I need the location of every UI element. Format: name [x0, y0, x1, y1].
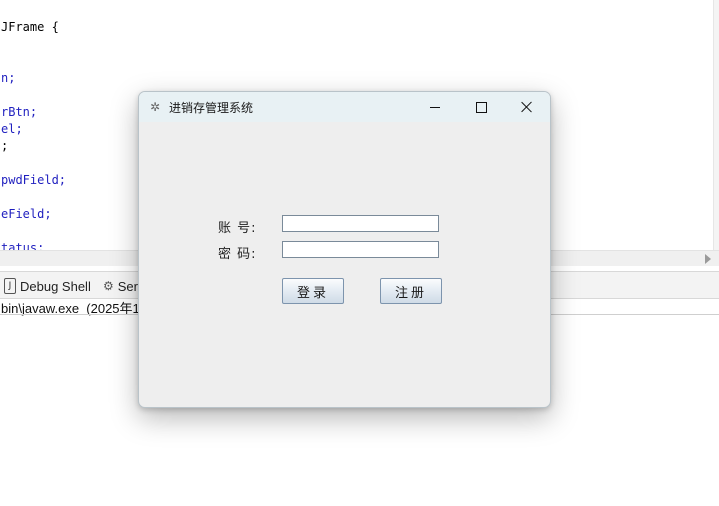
close-button[interactable]	[504, 92, 550, 122]
dialog-title: 进销存管理系统	[169, 101, 254, 115]
password-label: 密 码:	[218, 247, 257, 262]
maximize-button[interactable]	[458, 92, 504, 122]
code-line: tatus;	[1, 241, 45, 250]
code-line: eField;	[1, 207, 52, 221]
code-line: n;	[1, 71, 16, 85]
java-cup-icon: ✲	[149, 100, 161, 114]
scroll-right-arrow-icon[interactable]	[705, 254, 711, 264]
password-field[interactable]	[282, 241, 439, 258]
code-line: ;	[1, 139, 9, 153]
register-button[interactable]: 注册	[380, 278, 442, 304]
code-line: rBtn;	[1, 105, 38, 119]
dialog-titlebar[interactable]: ✲ 进销存管理系统	[139, 92, 550, 122]
tab-servers[interactable]: ⚙ Ser	[103, 277, 138, 295]
tab-label: Ser	[117, 278, 138, 294]
code-line: JFrame {	[1, 20, 59, 34]
login-dialog: ✲ 进销存管理系统 账 号: 密 码: 登录 注册	[138, 91, 551, 408]
maximize-icon	[475, 101, 487, 113]
java-file-icon: J	[4, 278, 16, 294]
minimize-icon	[430, 106, 440, 108]
username-field[interactable]	[282, 215, 439, 232]
code-line: pwdField;	[1, 173, 67, 187]
editor-vertical-scrollbar[interactable]	[713, 0, 719, 250]
login-button[interactable]: 登录	[282, 278, 344, 304]
tab-debug-shell[interactable]: J Debug Shell	[4, 277, 91, 295]
servers-icon: ⚙	[103, 279, 114, 293]
code-line: el;	[1, 122, 23, 136]
tab-label: Debug Shell	[20, 278, 91, 294]
username-label: 账 号:	[218, 221, 257, 236]
close-icon	[521, 101, 533, 113]
minimize-button[interactable]	[412, 92, 458, 122]
